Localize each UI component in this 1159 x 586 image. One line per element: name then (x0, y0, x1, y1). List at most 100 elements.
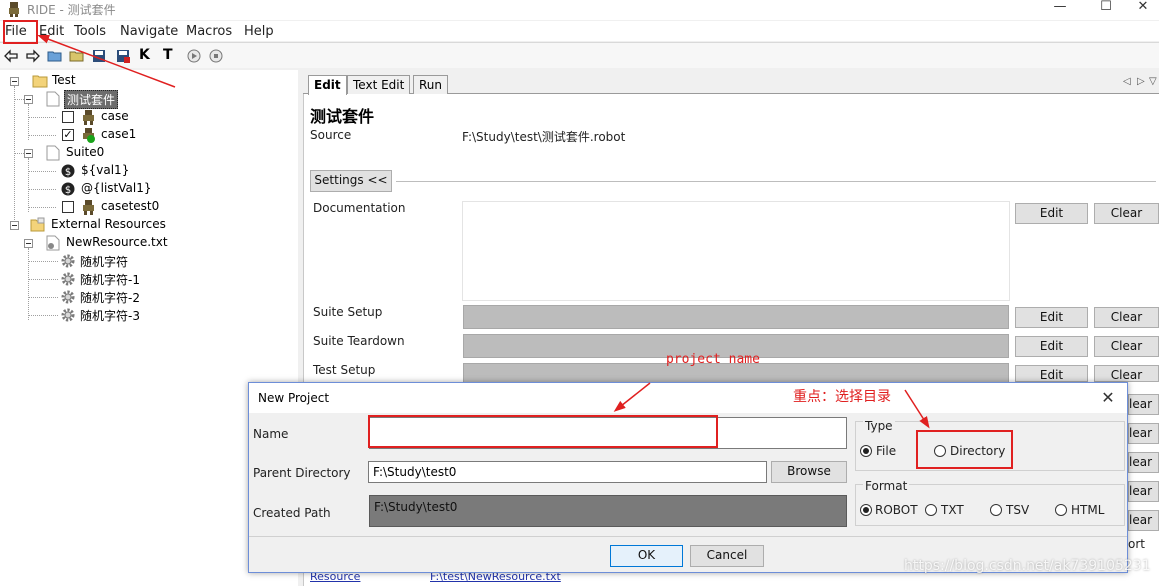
format-tsv-label[interactable]: TSV (1006, 503, 1029, 517)
search-tests-icon[interactable]: T (163, 47, 173, 63)
tree-item-suite0[interactable]: Suite0 (0, 144, 298, 162)
forward-arrow-icon[interactable] (25, 48, 41, 64)
menu-edit[interactable]: Edit (39, 24, 64, 39)
close-window-button[interactable]: ✕ (1120, 0, 1159, 20)
close-icon[interactable]: ✕ (1096, 387, 1120, 409)
tree-item-case1[interactable]: ✓ case1 (0, 126, 298, 144)
search-keywords-icon[interactable]: K (139, 47, 150, 63)
hidden-clear-button-5[interactable]: lear (1128, 510, 1159, 531)
tree-label: External Resources (51, 217, 166, 231)
hidden-clear-button-2[interactable]: lear (1128, 423, 1159, 444)
title-bar: RIDE - 测试套件 — ☐ ✕ (0, 0, 1159, 20)
robot-icon (83, 110, 94, 125)
parent-directory-input[interactable]: F:\Study\test0 (368, 461, 767, 483)
browse-button[interactable]: Browse (771, 461, 847, 483)
tree-label: 随机字符-1 (80, 273, 140, 287)
menu-tools[interactable]: Tools (74, 24, 106, 39)
settings-divider (396, 181, 1156, 182)
tree-item-newresource[interactable]: NewResource.txt (0, 234, 298, 252)
suite-teardown-clear-button[interactable]: Clear (1094, 336, 1159, 357)
case1-checkbox-checked[interactable]: ✓ (62, 129, 74, 141)
folder-icon (32, 75, 48, 88)
annotation-name-box (368, 415, 718, 448)
tab-text-edit[interactable]: Text Edit (347, 75, 411, 94)
format-tsv-radio[interactable] (990, 504, 1002, 516)
collapse-toggle[interactable] (10, 77, 19, 86)
case-checkbox[interactable] (62, 111, 74, 123)
documentation-edit-button[interactable]: Edit (1015, 203, 1088, 224)
tab-run[interactable]: Run (413, 75, 449, 94)
tree-item-keyword-4[interactable]: 随机字符-3 (0, 306, 298, 324)
tab-scroll-left-icon[interactable]: ◁ (1123, 76, 1131, 87)
save-icon[interactable] (91, 48, 107, 64)
test-setup-edit-button[interactable]: Edit (1015, 365, 1088, 382)
collapse-toggle[interactable] (24, 95, 33, 104)
tree-item-variable-listval1[interactable]: $ @{listVal1} (0, 180, 298, 198)
tree-item-external-resources[interactable]: External Resources (0, 216, 298, 234)
suite-teardown-edit-button[interactable]: Edit (1015, 336, 1088, 357)
source-label: Source (310, 128, 352, 142)
collapse-toggle[interactable] (24, 149, 33, 158)
watermark-text: https://blog.csdn.net/ak739105231 (904, 558, 1151, 574)
hidden-import-button[interactable]: ort (1128, 537, 1145, 551)
cancel-button[interactable]: Cancel (690, 545, 764, 567)
save-all-icon[interactable] (115, 48, 131, 64)
ok-button[interactable]: OK (610, 545, 683, 567)
format-html-label[interactable]: HTML (1071, 503, 1104, 517)
format-robot-radio[interactable] (860, 504, 872, 516)
format-html-radio[interactable] (1055, 504, 1067, 516)
open-dir-icon[interactable] (69, 48, 85, 64)
type-file-label[interactable]: File (876, 444, 896, 458)
tree-item-variable-val1[interactable]: $ ${val1} (0, 162, 298, 180)
casetest0-checkbox[interactable] (62, 201, 74, 213)
tree-item-keyword-2[interactable]: 随机字符-1 (0, 270, 298, 288)
toolbar: K T (0, 42, 1159, 68)
parent-directory-label: Parent Directory (253, 466, 351, 480)
collapse-toggle[interactable] (10, 221, 19, 230)
settings-toggle-button[interactable]: Settings << (310, 170, 392, 192)
hidden-clear-button-3[interactable]: lear (1128, 452, 1159, 473)
gear-icon (61, 290, 75, 304)
type-file-radio[interactable] (860, 445, 872, 457)
type-label: Type (863, 419, 895, 433)
menu-help[interactable]: Help (244, 24, 274, 39)
tab-scroll-right-icon[interactable]: ▷ (1137, 76, 1145, 87)
stop-icon[interactable] (208, 48, 224, 64)
documentation-label: Documentation (313, 201, 406, 215)
tree-item-casetest0[interactable]: casetest0 (0, 198, 298, 216)
tree-item-keyword-3[interactable]: 随机字符-2 (0, 288, 298, 306)
tree-item-suite-selected[interactable]: 测试套件 (0, 90, 298, 109)
menu-navigate[interactable]: Navigate (120, 24, 178, 39)
tree-label: Suite0 (66, 145, 105, 159)
suite-setup-clear-button[interactable]: Clear (1094, 307, 1159, 328)
variable-dollar-icon: $ (61, 164, 75, 178)
open-folder-icon[interactable] (47, 48, 63, 64)
format-robot-label[interactable]: ROBOT (875, 503, 918, 517)
back-arrow-icon[interactable] (3, 48, 19, 64)
menu-macros[interactable]: Macros (186, 24, 232, 39)
tree-item-test[interactable]: Test (0, 72, 298, 90)
tree-item-case[interactable]: case (0, 108, 298, 126)
documentation-clear-button[interactable]: Clear (1094, 203, 1159, 224)
suite-setup-field[interactable] (463, 305, 1009, 329)
created-path-label: Created Path (253, 506, 331, 520)
minimize-button[interactable]: — (1037, 0, 1083, 20)
hidden-clear-button-4[interactable]: lear (1128, 481, 1159, 502)
tree-item-keyword-1[interactable]: 随机字符 (0, 252, 298, 270)
format-txt-radio[interactable] (925, 504, 937, 516)
collapse-toggle[interactable] (24, 239, 33, 248)
tab-list-icon[interactable]: ▽ (1149, 76, 1157, 87)
suite-title: 测试套件 (310, 107, 375, 126)
variable-dollar-icon: $ (61, 182, 75, 196)
test-setup-clear-button[interactable]: Clear (1094, 365, 1159, 382)
editor-tabs: Edit Text Edit Run ◁ ▷ ▽ (303, 70, 1159, 95)
format-txt-label[interactable]: TXT (941, 503, 964, 517)
run-icon[interactable] (186, 48, 202, 64)
gear-icon (61, 254, 75, 268)
window-title: RIDE - 测试套件 (27, 3, 116, 17)
documentation-field[interactable] (462, 201, 1010, 301)
tab-edit[interactable]: Edit (308, 75, 347, 95)
suite-setup-edit-button[interactable]: Edit (1015, 307, 1088, 328)
hidden-clear-button-1[interactable]: lear (1128, 394, 1159, 415)
new-project-dialog: New Project ✕ Name Parent Directory F:\S… (248, 382, 1128, 573)
